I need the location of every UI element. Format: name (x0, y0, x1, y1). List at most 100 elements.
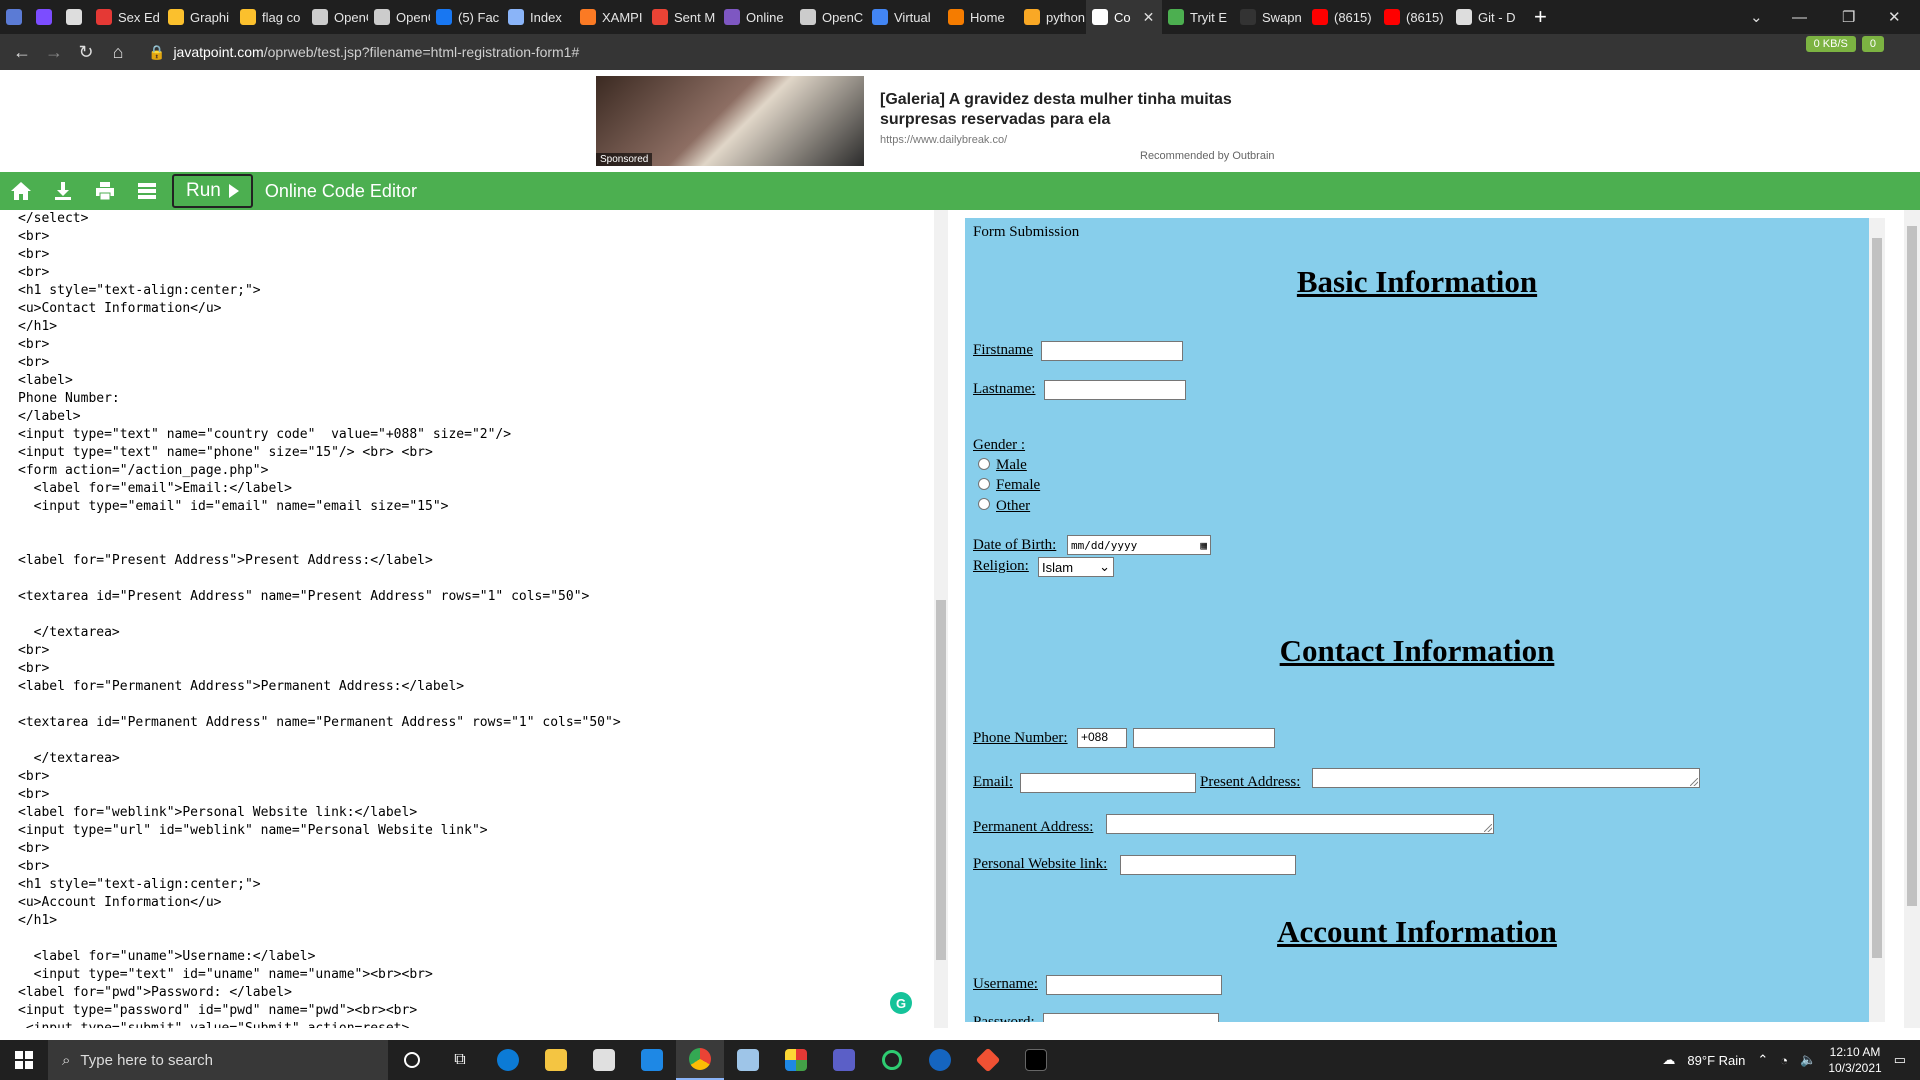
browser-tab[interactable]: Tryit E (1162, 0, 1234, 34)
chevron-up-icon[interactable]: ⌃ (1757, 1052, 1768, 1068)
gender-other-radio[interactable] (978, 498, 990, 510)
chrome-icon[interactable] (676, 1040, 724, 1080)
store-icon[interactable] (580, 1040, 628, 1080)
run-button[interactable]: Run (172, 174, 253, 208)
wifi-icon[interactable]: ◔ (1780, 1053, 1788, 1068)
calendar-icon[interactable]: ▦ (1200, 539, 1207, 552)
phone-input[interactable] (1133, 728, 1275, 748)
tab-favicon-icon (312, 9, 328, 25)
notification-icon[interactable]: ▭ (1894, 1052, 1906, 1068)
ad-recommended[interactable]: Recommended by Outbrain (1140, 150, 1275, 162)
browser-tab[interactable]: (8615) (1378, 0, 1450, 34)
thunderbird-icon[interactable] (916, 1040, 964, 1080)
preview-scroll-thumb[interactable] (1872, 238, 1882, 958)
browser-tab[interactable]: Online (718, 0, 794, 34)
file-explorer-icon[interactable] (532, 1040, 580, 1080)
browser-tab[interactable]: flag co (234, 0, 306, 34)
page-scroll-thumb[interactable] (1907, 226, 1917, 906)
tab-search-icon[interactable]: ⌄ (1750, 0, 1763, 34)
browser-tab[interactable]: Graphi (162, 0, 234, 34)
tab-label: Git - D (1478, 9, 1516, 25)
windows-start-icon[interactable] (0, 1040, 48, 1080)
circle-app-icon[interactable] (868, 1040, 916, 1080)
mail-icon[interactable] (628, 1040, 676, 1080)
browser-tab[interactable]: Virtual (866, 0, 942, 34)
code-scrollbar[interactable] (934, 210, 948, 1028)
weather-text[interactable]: 89°F Rain (1687, 1053, 1745, 1068)
browser-tab[interactable]: (5) Fac (430, 0, 502, 34)
edge-icon[interactable] (484, 1040, 532, 1080)
volume-icon[interactable]: 🔈 (1800, 1052, 1816, 1068)
maximize-button[interactable]: ❐ (1842, 0, 1855, 34)
code-text[interactable]: </select> <br> <br> <br> <h1 style="text… (0, 210, 934, 1028)
dob-input[interactable]: mm/dd/yyyy ▦ (1067, 535, 1211, 555)
browser-tab[interactable]: OpenC (306, 0, 368, 34)
home-icon[interactable]: ⌂ (102, 42, 134, 63)
weblink-label: Personal Website link: (973, 856, 1108, 872)
present-address-textarea[interactable] (1312, 768, 1700, 788)
browser-tab[interactable] (30, 0, 60, 34)
forward-icon[interactable]: → (38, 42, 70, 63)
browser-tab[interactable]: Sex Ed (90, 0, 162, 34)
username-input[interactable] (1046, 975, 1222, 995)
terminal-icon[interactable] (1012, 1040, 1060, 1080)
religion-select[interactable]: Islam ⌄ (1038, 557, 1114, 577)
cortana-icon[interactable] (388, 1040, 436, 1080)
ad-title[interactable]: [Galeria] A gravidez desta mulher tinha … (880, 90, 1300, 130)
browser-tab[interactable]: Git - D (1450, 0, 1522, 34)
url-field[interactable]: 🔒 javatpoint.com/oprweb/test.jsp?filenam… (148, 44, 579, 61)
preview-scrollbar[interactable] (1869, 218, 1885, 1022)
menu-icon[interactable] (126, 172, 168, 210)
browser-tab[interactable]: (8615) (1306, 0, 1378, 34)
browser-tab[interactable]: OpenC (794, 0, 866, 34)
browser-tab[interactable]: XAMPI (574, 0, 646, 34)
app-grid-icon[interactable] (772, 1040, 820, 1080)
country-code-input[interactable]: +088 (1077, 728, 1127, 748)
weather-icon[interactable]: ☁ (1662, 1052, 1675, 1068)
code-scroll-thumb[interactable] (936, 600, 946, 960)
password-input[interactable] (1043, 1013, 1219, 1022)
back-icon[interactable]: ← (6, 42, 38, 63)
browser-tab[interactable]: Home (942, 0, 1018, 34)
download-icon[interactable] (42, 172, 84, 210)
reload-icon[interactable]: ↻ (70, 42, 102, 63)
notepad-icon[interactable] (724, 1040, 772, 1080)
browser-tab[interactable] (60, 0, 90, 34)
weblink-input[interactable] (1120, 855, 1296, 875)
tab-favicon-icon (580, 9, 596, 25)
clock[interactable]: 12:10 AM 10/3/2021 (1828, 1044, 1881, 1076)
gender-male-radio[interactable] (978, 458, 990, 470)
search-icon: ⌕ (62, 1051, 71, 1069)
ad-image[interactable]: Sponsored (596, 76, 864, 166)
gender-other-label: Other (996, 498, 1031, 514)
code-editor[interactable]: </select> <br> <br> <br> <h1 style="text… (0, 210, 934, 1028)
email-input[interactable] (1020, 773, 1196, 793)
browser-tab[interactable]: python (1018, 0, 1086, 34)
taskbar-search-box[interactable]: ⌕ Type here to search (48, 1040, 388, 1080)
close-tab-icon[interactable]: ✕ (1143, 9, 1155, 26)
permanent-address-textarea[interactable] (1106, 814, 1494, 834)
home-icon[interactable] (0, 172, 42, 210)
tab-favicon-icon (66, 9, 82, 25)
git-icon[interactable] (964, 1040, 1012, 1080)
tab-label: Sent M (674, 9, 716, 25)
browser-tab[interactable]: Index (502, 0, 574, 34)
gender-female-radio[interactable] (978, 478, 990, 490)
new-tab-button[interactable]: + (1522, 4, 1559, 30)
browser-tab[interactable] (0, 0, 30, 34)
browser-tab[interactable]: Swapn (1234, 0, 1306, 34)
print-icon[interactable] (84, 172, 126, 210)
browser-tab[interactable]: OpenC (368, 0, 430, 34)
lastname-input[interactable] (1044, 380, 1186, 400)
browser-tab[interactable]: Sent M (646, 0, 718, 34)
firstname-input[interactable] (1041, 341, 1183, 361)
task-view-icon[interactable]: ⧉ (436, 1040, 484, 1080)
grammarly-icon[interactable]: G (890, 992, 912, 1014)
ad-banner[interactable]: Sponsored [Galeria] A gravidez desta mul… (0, 70, 1920, 172)
teams-icon[interactable] (820, 1040, 868, 1080)
browser-tab[interactable]: Co ✕ (1086, 0, 1162, 34)
minimize-button[interactable]: — (1792, 0, 1807, 34)
tab-label: python (1046, 9, 1086, 25)
page-scrollbar[interactable] (1904, 210, 1920, 1028)
close-window-button[interactable]: ✕ (1888, 0, 1901, 34)
